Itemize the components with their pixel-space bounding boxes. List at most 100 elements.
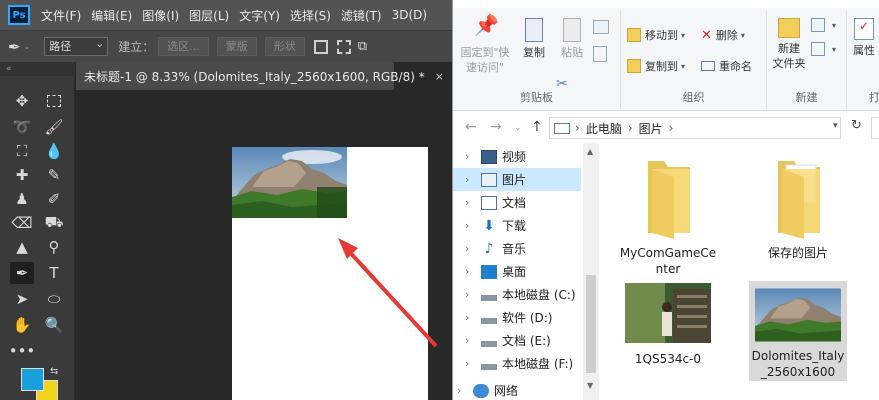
- crop-tool-icon[interactable]: ⛶: [10, 140, 34, 162]
- make-selection-button[interactable]: 选区...: [158, 37, 209, 56]
- nav-item-videos[interactable]: › 视频: [453, 145, 581, 168]
- pen-mode-select[interactable]: 路径: [44, 35, 109, 56]
- zoom-tool-icon[interactable]: 🔍: [42, 314, 66, 336]
- marquee-tool-icon[interactable]: [42, 90, 66, 112]
- paste-shortcut-icon[interactable]: [593, 46, 607, 62]
- dodge-tool-icon[interactable]: ⚲: [42, 236, 66, 258]
- expand-chevron-icon[interactable]: ›: [465, 242, 479, 255]
- expand-chevron-icon[interactable]: ›: [465, 173, 479, 186]
- back-arrow-icon[interactable]: ←: [465, 119, 477, 135]
- foreground-color-swatch[interactable]: [21, 368, 44, 391]
- nav-item-downloads[interactable]: › ⬇ 下载: [453, 214, 581, 237]
- nav-scroll-thumb[interactable]: [586, 275, 596, 373]
- pen-tool-preset-icon[interactable]: ✒: [8, 38, 21, 56]
- document-canvas[interactable]: [232, 147, 428, 400]
- expand-chevron-icon[interactable]: ›: [465, 288, 479, 301]
- eyedropper-tool-icon[interactable]: 💧: [42, 140, 66, 162]
- properties-button[interactable]: ✓ 属性: [849, 18, 879, 58]
- file-item-photo[interactable]: 1QS534c-0: [619, 283, 717, 367]
- new-folder-button[interactable]: 新建 文件夹: [769, 18, 809, 71]
- refresh-icon[interactable]: ↻: [851, 118, 869, 138]
- expand-chevron-icon[interactable]: ›: [465, 357, 479, 370]
- ellipse-tool-icon[interactable]: ⬭: [42, 288, 66, 310]
- rename-button[interactable]: 重命名: [701, 58, 752, 74]
- up-arrow-icon[interactable]: ↑: [531, 119, 543, 135]
- menu-filter[interactable]: 滤镜(T): [336, 7, 387, 24]
- clone-stamp-tool-icon[interactable]: ♟: [10, 188, 34, 210]
- more-tools-icon[interactable]: •••: [9, 340, 36, 362]
- expand-chevron-icon[interactable]: ›: [465, 196, 479, 209]
- file-item-folder[interactable]: MyComGameCenter: [619, 155, 717, 277]
- nav-item-pictures[interactable]: › 图片: [453, 168, 581, 191]
- paste-button[interactable]: 粘贴: [555, 18, 589, 60]
- expand-chevron-icon[interactable]: ›: [465, 334, 479, 347]
- paint-bucket-tool-icon[interactable]: ⛟: [42, 212, 66, 234]
- expand-chevron-icon[interactable]: ›: [465, 219, 479, 232]
- menu-file[interactable]: 文件(F): [36, 7, 86, 24]
- pin-quick-access-button[interactable]: 📌 固定到"快速访问": [455, 15, 515, 75]
- type-tool-icon[interactable]: T: [42, 262, 66, 284]
- path-alignment-icon[interactable]: [336, 39, 351, 54]
- nav-item-drive-c[interactable]: › 本地磁盘 (C:): [453, 283, 581, 306]
- move-to-button[interactable]: 移动到 ▾: [627, 27, 685, 43]
- nav-item-music[interactable]: › ♪ 音乐: [453, 237, 581, 260]
- new-item-icon[interactable]: ▾: [811, 18, 836, 32]
- make-shape-button[interactable]: 形状: [264, 37, 305, 56]
- expand-chevron-icon[interactable]: ›: [457, 384, 471, 397]
- scroll-down-icon[interactable]: ▼: [587, 381, 593, 390]
- nav-item-drive-f[interactable]: › 本地磁盘 (F:): [453, 352, 581, 375]
- blur-tool-icon[interactable]: ▲: [10, 236, 34, 258]
- file-item-photo-selected[interactable]: Dolomites_Italy_2560x1600: [749, 281, 847, 381]
- address-dropdown-icon[interactable]: ▾: [833, 121, 838, 131]
- history-brush-tool-icon[interactable]: ✐: [42, 188, 66, 210]
- tools-collapse-toggle[interactable]: «: [0, 62, 75, 76]
- expand-chevron-icon[interactable]: ›: [465, 150, 479, 163]
- close-document-icon[interactable]: ×: [435, 70, 444, 83]
- menu-edit[interactable]: 编辑(E): [86, 7, 137, 24]
- nav-item-network[interactable]: › 网络: [453, 379, 581, 400]
- nav-item-drive-e[interactable]: › 文档 (E:): [453, 329, 581, 352]
- eraser-tool-icon[interactable]: ⌫: [10, 212, 34, 234]
- healing-brush-tool-icon[interactable]: ✚: [10, 164, 34, 186]
- search-box[interactable]: [871, 117, 879, 139]
- address-bar[interactable]: › 此电脑 › 图片 ›: [549, 117, 841, 139]
- lasso-tool-icon[interactable]: ➰: [10, 116, 34, 138]
- swap-colors-icon[interactable]: ⇆: [50, 366, 58, 377]
- path-arrangement-icon[interactable]: ⧉: [358, 39, 367, 54]
- delete-button[interactable]: ✕ 删除 ▾: [701, 27, 745, 43]
- copy-button[interactable]: 复制: [517, 18, 551, 60]
- hand-tool-icon[interactable]: ✋: [10, 314, 34, 336]
- placed-image-dolomites[interactable]: [232, 147, 347, 218]
- recent-locations-icon[interactable]: ⌄: [514, 123, 522, 133]
- preset-dropdown-icon[interactable]: ⌄: [24, 42, 31, 51]
- brush-tool-icon[interactable]: ✎: [42, 164, 66, 186]
- scroll-up-icon[interactable]: ▲: [587, 147, 593, 156]
- expand-chevron-icon[interactable]: ›: [465, 311, 479, 324]
- pen-tool-icon[interactable]: ✒: [10, 262, 34, 284]
- nav-item-drive-d[interactable]: › 软件 (D:): [453, 306, 581, 329]
- breadcrumb-this-pc[interactable]: 此电脑: [586, 120, 622, 137]
- nav-scrollbar[interactable]: ▲ ▼: [583, 143, 599, 400]
- file-item-folder[interactable]: 保存的图片: [749, 155, 847, 261]
- breadcrumb-pictures[interactable]: 图片: [639, 120, 663, 137]
- quick-select-tool-icon[interactable]: 🖌: [42, 116, 66, 138]
- forward-arrow-icon[interactable]: →: [490, 119, 502, 135]
- menu-layer[interactable]: 图层(L): [184, 7, 234, 24]
- nav-item-desktop[interactable]: › 桌面: [453, 260, 581, 283]
- path-select-tool-icon[interactable]: ➤: [10, 288, 34, 310]
- path-operations-icon[interactable]: [313, 39, 328, 54]
- canvas-area[interactable]: [76, 90, 452, 400]
- document-tab[interactable]: 未标题-1 @ 8.33% (Dolomites_Italy_2560x1600…: [76, 62, 444, 90]
- make-mask-button[interactable]: 蒙版: [216, 37, 257, 56]
- menu-select[interactable]: 选择(S): [285, 7, 336, 24]
- nav-item-documents[interactable]: › 文档: [453, 191, 581, 214]
- breadcrumb-sep: ›: [627, 121, 633, 135]
- menu-image[interactable]: 图像(I): [137, 7, 184, 24]
- menu-type[interactable]: 文字(Y): [234, 7, 285, 24]
- menu-3d[interactable]: 3D(D): [387, 8, 432, 22]
- copy-to-button[interactable]: 复制到 ▾: [627, 58, 685, 74]
- copy-path-icon[interactable]: [593, 20, 609, 34]
- expand-chevron-icon[interactable]: ›: [465, 265, 479, 278]
- easy-access-icon[interactable]: ▾: [811, 42, 836, 56]
- move-tool-icon[interactable]: ✥: [10, 90, 34, 112]
